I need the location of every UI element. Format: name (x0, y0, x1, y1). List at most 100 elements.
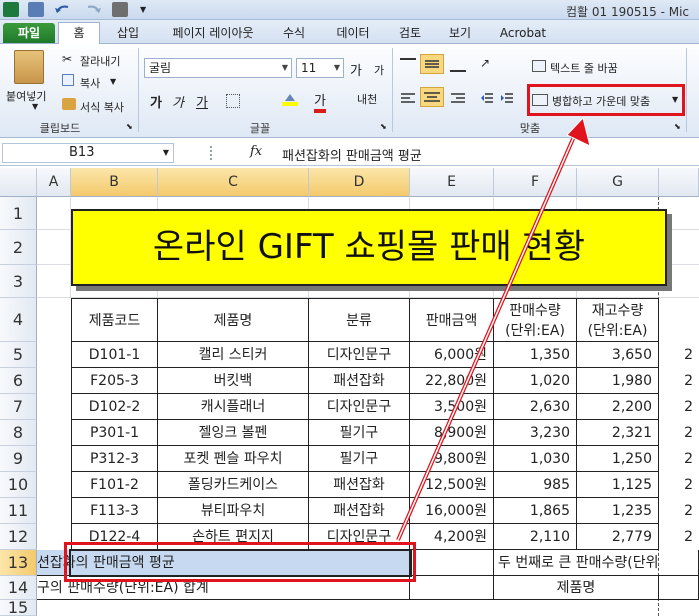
column-header-a[interactable]: A (37, 168, 71, 197)
excel-logo-icon[interactable] (3, 2, 19, 17)
tab-acrobat[interactable]: Acrobat (492, 23, 554, 43)
cell-h-overflow[interactable]: 2 (659, 472, 699, 498)
column-header-b[interactable]: B (71, 168, 158, 197)
column-header-g[interactable]: G (577, 168, 659, 197)
border-icon[interactable] (226, 94, 240, 108)
cell-h-overflow[interactable]: 2 (659, 524, 699, 550)
clipboard-launcher-icon[interactable]: ⬊ (126, 122, 133, 131)
cell-sales[interactable]: 1,030 (494, 446, 577, 472)
shrink-font-button[interactable]: 가 (374, 62, 384, 78)
cell-e13[interactable] (410, 550, 494, 576)
cell-price[interactable]: 8,900원 (410, 420, 494, 446)
tab-page-layout[interactable]: 페이지 레이아웃 (158, 23, 268, 43)
cell-code[interactable]: F205-3 (71, 368, 158, 394)
cell-name[interactable]: 젤잉크 볼펜 (158, 420, 309, 446)
cell-price[interactable]: 4,200원 (410, 524, 494, 550)
tab-insert[interactable]: 삽입 (108, 23, 148, 43)
increase-indent-icon[interactable] (500, 91, 514, 105)
cell-sales[interactable]: 985 (494, 472, 577, 498)
cell-h-overflow[interactable]: 2 (659, 368, 699, 394)
cell-category[interactable]: 디자인문구 (309, 394, 410, 420)
font-name-combo[interactable]: 굴림 ▼ (144, 58, 292, 78)
underline-button[interactable]: 가 (196, 92, 208, 111)
row-header-15[interactable]: 15 (0, 600, 37, 616)
select-all-corner[interactable] (0, 168, 37, 197)
cell-category[interactable]: 패션잡화 (309, 368, 410, 394)
font-color-button[interactable]: 가 (314, 90, 326, 113)
cell-code[interactable]: F113-3 (71, 498, 158, 524)
row-header-2[interactable]: 2 (0, 230, 37, 265)
fill-color-icon[interactable] (282, 92, 298, 106)
title-banner[interactable]: 온라인 GIFT 쇼핑몰 판매 현황 (71, 209, 667, 286)
column-header-f[interactable]: F (494, 168, 577, 197)
insert-function-icon[interactable]: fx (250, 144, 262, 159)
cell-sales[interactable]: 1,865 (494, 498, 577, 524)
cell-sales[interactable]: 1,020 (494, 368, 577, 394)
cell-stock[interactable]: 3,650 (577, 342, 659, 368)
cell-sales[interactable]: 3,230 (494, 420, 577, 446)
cell-stock[interactable]: 2,200 (577, 394, 659, 420)
cell-name[interactable]: 버킷백 (158, 368, 309, 394)
column-header-d[interactable]: D (309, 168, 410, 197)
cell-price[interactable]: 16,000원 (410, 498, 494, 524)
row-header-10[interactable]: 10 (0, 472, 37, 498)
phonetic-button[interactable]: 내천 (357, 91, 377, 107)
cell-price[interactable]: 6,000원 (410, 342, 494, 368)
cut-button[interactable]: 잘라내기 (80, 53, 120, 69)
align-top-icon[interactable] (400, 58, 416, 72)
row-header-13[interactable]: 13 (0, 550, 37, 576)
undo-icon[interactable] (52, 2, 74, 17)
align-center-icon[interactable] (420, 87, 444, 107)
cell-category[interactable]: 디자인문구 (309, 342, 410, 368)
cell-name[interactable]: 폴딩카드케이스 (158, 472, 309, 498)
grow-font-button[interactable]: 가 (350, 60, 362, 79)
cell-h-overflow[interactable]: 2 (659, 394, 699, 420)
cell-sales[interactable]: 1,350 (494, 342, 577, 368)
cell-code[interactable]: D102-2 (71, 394, 158, 420)
cell-sales[interactable]: 2,630 (494, 394, 577, 420)
tab-review[interactable]: 검토 (388, 23, 432, 43)
column-header-c[interactable]: C (158, 168, 309, 197)
cell-name[interactable]: 포켓 펜슬 파우치 (158, 446, 309, 472)
name-box[interactable]: B13 ▼ (2, 143, 174, 163)
orientation-icon[interactable]: ↗ (480, 56, 490, 70)
row-header-1[interactable]: 1 (0, 197, 37, 230)
tab-home[interactable]: 홈 (58, 22, 100, 44)
cell-h-overflow[interactable]: 2 (659, 420, 699, 446)
cell-name[interactable]: 캘리 스티커 (158, 342, 309, 368)
align-middle-icon[interactable] (420, 54, 444, 74)
paste-icon[interactable] (14, 50, 44, 84)
column-header-e[interactable]: E (410, 168, 494, 197)
header-cell-price[interactable]: 판매금액 (410, 298, 494, 342)
redo-icon[interactable] (82, 2, 104, 17)
camera-icon[interactable] (112, 2, 128, 17)
format-painter-button[interactable]: 서식 복사 (80, 99, 124, 115)
align-left-icon[interactable] (400, 91, 416, 105)
font-launcher-icon[interactable]: ⬊ (380, 122, 387, 131)
formula-content[interactable]: 패션잡화의 판매금액 평균 (282, 145, 422, 164)
row-header-5[interactable]: 5 (0, 342, 37, 368)
cell-price[interactable]: 22,800원 (410, 368, 494, 394)
row-header-8[interactable]: 8 (0, 420, 37, 446)
row-header-12[interactable]: 12 (0, 524, 37, 550)
header-cell-category[interactable]: 분류 (309, 298, 410, 342)
cell-h-overflow[interactable]: 2 (659, 498, 699, 524)
cell-category[interactable]: 패션잡화 (309, 498, 410, 524)
cell-stock[interactable]: 1,235 (577, 498, 659, 524)
alignment-launcher-icon[interactable]: ⬊ (674, 122, 681, 131)
row-header-4[interactable]: 4 (0, 298, 37, 342)
column-header-h[interactable] (659, 168, 699, 197)
row-header-14[interactable]: 14 (0, 576, 37, 600)
tab-data[interactable]: 데이터 (328, 23, 378, 43)
cell-price[interactable]: 3,500원 (410, 394, 494, 420)
cell-h14[interactable] (659, 576, 699, 600)
cell-code[interactable]: D101-1 (71, 342, 158, 368)
row-header-11[interactable]: 11 (0, 498, 37, 524)
row-header-3[interactable]: 3 (0, 265, 37, 298)
cell-sales[interactable]: 2,110 (494, 524, 577, 550)
paste-button[interactable]: 붙여넣기 (6, 88, 46, 104)
cell-h-overflow[interactable]: 2 (659, 342, 699, 368)
row-header-6[interactable]: 6 (0, 368, 37, 394)
align-right-icon[interactable] (450, 91, 466, 105)
header-cell-code[interactable]: 제품코드 (71, 298, 158, 342)
